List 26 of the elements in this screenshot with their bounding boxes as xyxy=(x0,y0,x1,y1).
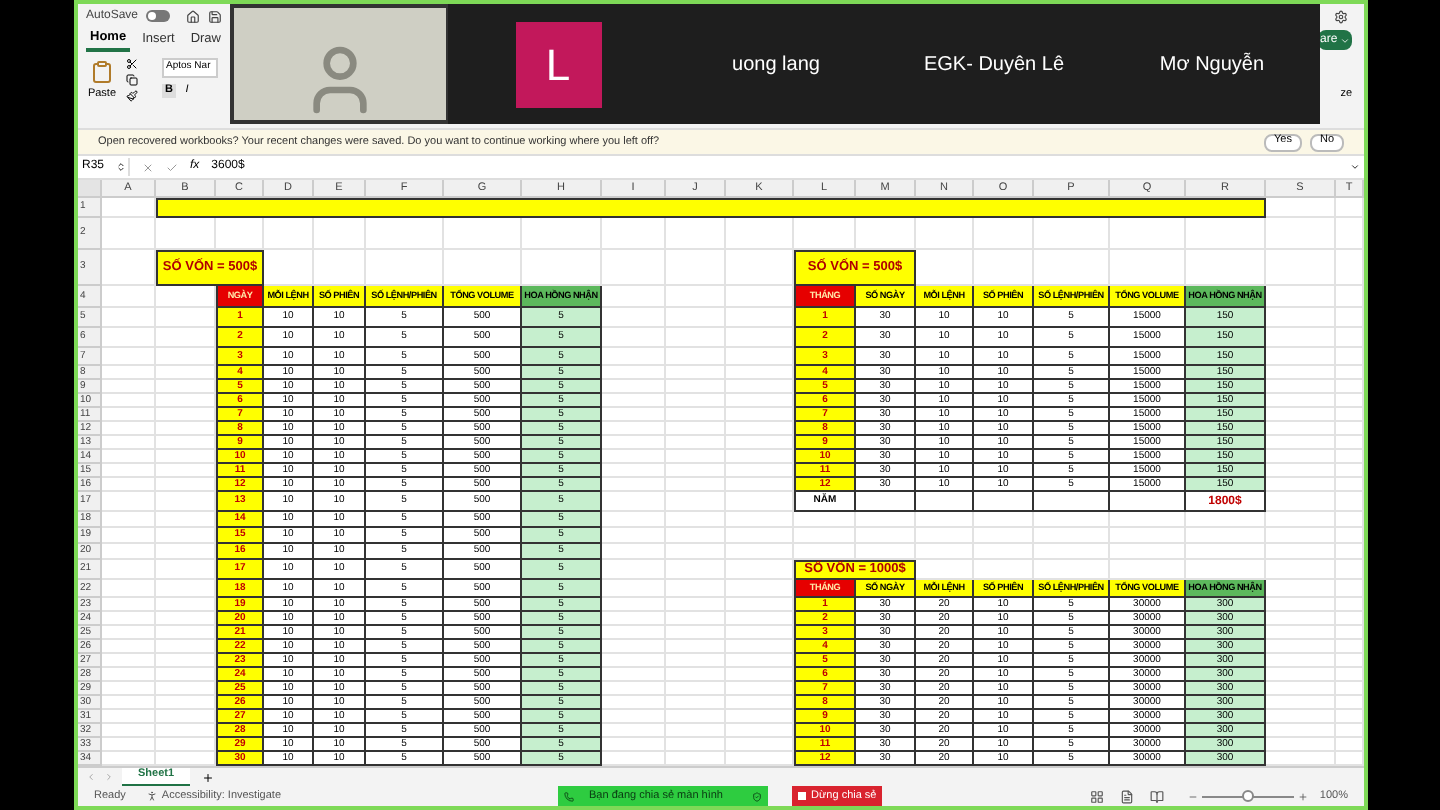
copy-icon[interactable] xyxy=(126,74,138,86)
save-icon[interactable] xyxy=(208,9,223,23)
zoom-in-icon[interactable] xyxy=(1297,791,1308,801)
scissors-icon[interactable] xyxy=(126,58,138,70)
normal-view-icon[interactable] xyxy=(1089,789,1104,803)
home-icon[interactable] xyxy=(186,9,201,23)
participant-name: Mơ Nguyễn xyxy=(1159,50,1265,79)
cancel-icon[interactable] xyxy=(142,161,154,173)
add-sheet-icon[interactable] xyxy=(202,771,215,783)
caret-icon xyxy=(1339,35,1350,45)
autosave-toggle[interactable] xyxy=(146,10,171,22)
avatar-initial: L xyxy=(515,21,601,107)
clipboard-icon xyxy=(90,58,114,86)
participant-name: EGK- Duyên Lê xyxy=(923,51,1065,79)
phone-icon xyxy=(563,791,574,801)
stepper-icon xyxy=(116,162,126,172)
brush-icon[interactable] xyxy=(126,90,138,102)
shield-icon xyxy=(751,791,762,801)
gear-icon[interactable] xyxy=(1334,9,1348,23)
page-break-icon[interactable] xyxy=(1149,789,1164,803)
page-layout-icon[interactable] xyxy=(1119,789,1134,803)
check-icon[interactable] xyxy=(166,161,178,173)
accessibility-icon xyxy=(145,790,158,802)
participant-name: uong lang xyxy=(732,51,820,79)
caret-icon[interactable] xyxy=(1350,162,1360,172)
zoom-slider[interactable] xyxy=(1201,790,1294,802)
